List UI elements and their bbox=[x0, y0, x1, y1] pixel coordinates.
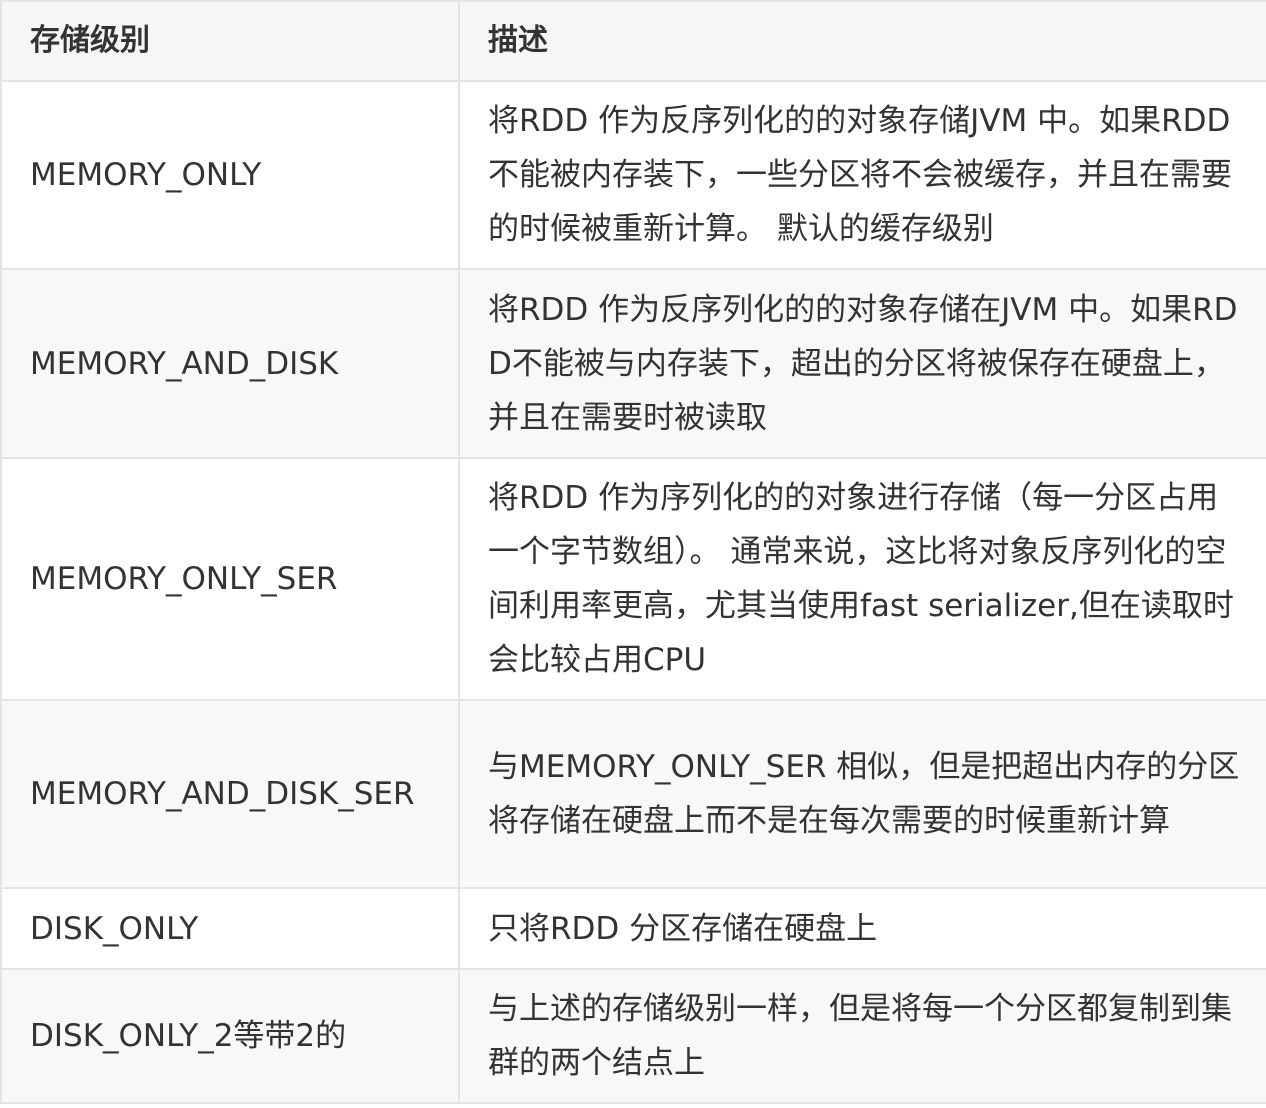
storage-level-cell: DISK_ONLY_2等带2的 bbox=[0, 968, 460, 1104]
table-row: MEMORY_ONLY_SER 将RDD 作为序列化的的对象进行存储（每一分区占… bbox=[0, 457, 1266, 701]
table-body: MEMORY_ONLY 将RDD 作为反序列化的的对象存储JVM 中。如果RDD… bbox=[0, 80, 1266, 1104]
table-row: MEMORY_AND_DISK_SER 与MEMORY_ONLY_SER 相似，… bbox=[0, 699, 1266, 889]
storage-level-cell: DISK_ONLY bbox=[0, 887, 460, 970]
storage-level-cell: MEMORY_AND_DISK bbox=[0, 268, 460, 459]
storage-level-cell: MEMORY_ONLY bbox=[0, 80, 460, 270]
table-row: DISK_ONLY 只将RDD 分区存储在硬盘上 bbox=[0, 887, 1266, 970]
table-row: MEMORY_ONLY 将RDD 作为反序列化的的对象存储JVM 中。如果RDD… bbox=[0, 80, 1266, 270]
description-cell: 将RDD 作为序列化的的对象进行存储（每一分区占用一个字节数组）。 通常来说，这… bbox=[458, 457, 1266, 701]
header-storage-level: 存储级别 bbox=[0, 0, 460, 82]
description-cell: 只将RDD 分区存储在硬盘上 bbox=[458, 887, 1266, 970]
storage-level-table: 存储级别 描述 MEMORY_ONLY 将RDD 作为反序列化的的对象存储JVM… bbox=[0, 0, 1266, 1104]
table-row: DISK_ONLY_2等带2的 与上述的存储级别一样，但是将每一个分区都复制到集… bbox=[0, 968, 1266, 1104]
description-cell: 将RDD 作为反序列化的的对象存储在JVM 中。如果RDD不能被与内存装下，超出… bbox=[458, 268, 1266, 459]
table-row: MEMORY_AND_DISK 将RDD 作为反序列化的的对象存储在JVM 中。… bbox=[0, 268, 1266, 459]
description-cell: 与上述的存储级别一样，但是将每一个分区都复制到集群的两个结点上 bbox=[458, 968, 1266, 1104]
description-cell: 将RDD 作为反序列化的的对象存储JVM 中。如果RDD不能被内存装下，一些分区… bbox=[458, 80, 1266, 270]
table-header: 存储级别 描述 bbox=[0, 0, 1266, 82]
storage-level-cell: MEMORY_AND_DISK_SER bbox=[0, 699, 460, 889]
header-description: 描述 bbox=[458, 0, 1266, 82]
storage-level-cell: MEMORY_ONLY_SER bbox=[0, 457, 460, 701]
description-cell: 与MEMORY_ONLY_SER 相似，但是把超出内存的分区将存储在硬盘上而不是… bbox=[458, 699, 1266, 889]
header-row: 存储级别 描述 bbox=[0, 0, 1266, 82]
